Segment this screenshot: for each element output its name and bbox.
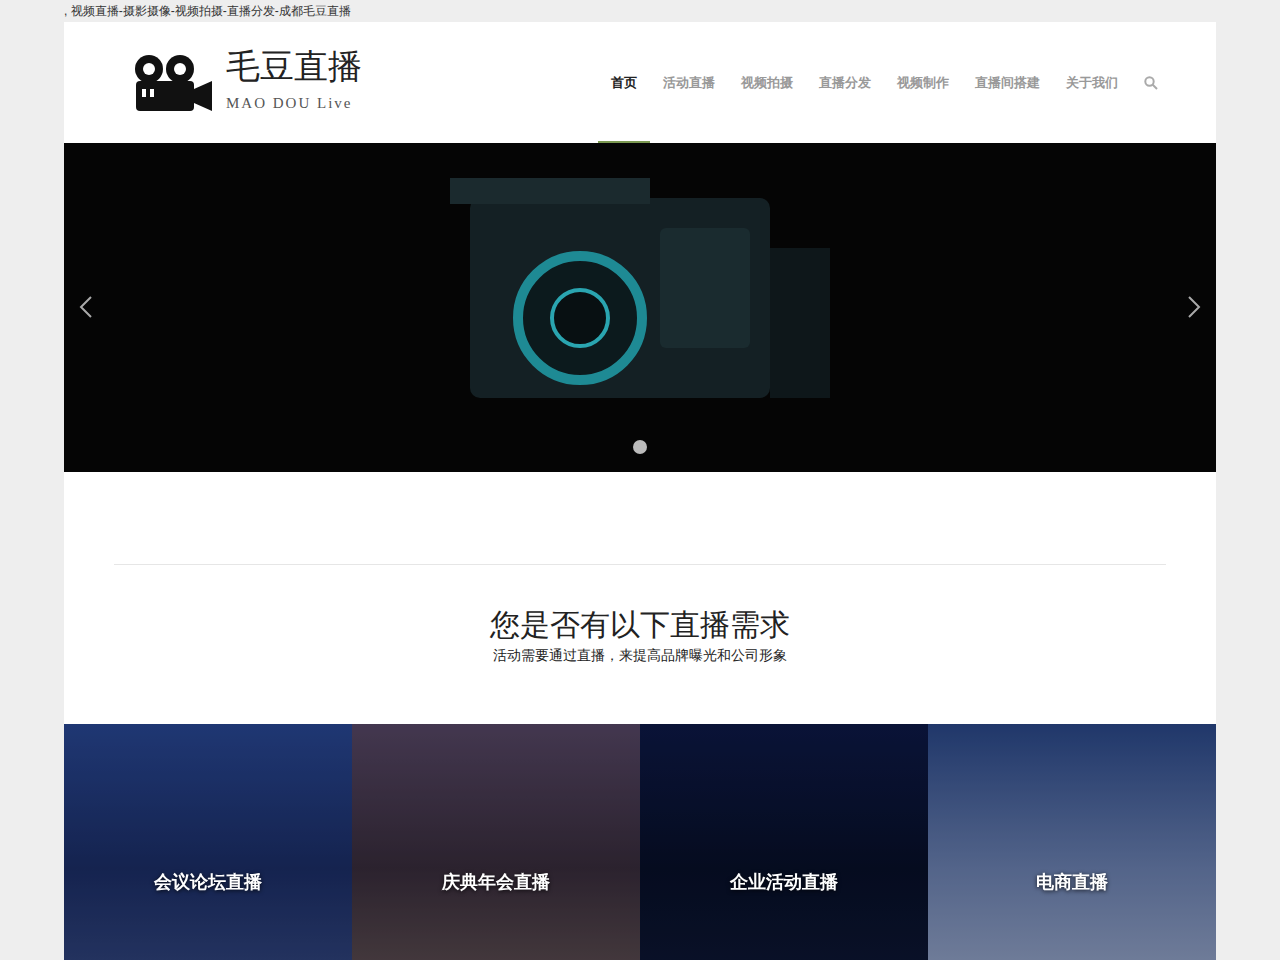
chevron-right-icon — [1187, 295, 1201, 319]
divider — [114, 564, 1166, 565]
slider-dot[interactable] — [633, 440, 647, 454]
nav-label: 视频制作 — [897, 73, 949, 93]
tile-label: 庆典年会直播 — [442, 869, 550, 896]
service-tiles: 会议论坛直播 庆典年会直播 企业活动直播 电商直播 — [64, 724, 1216, 960]
service-tile[interactable]: 庆典年会直播 — [352, 724, 640, 960]
camera-logo-icon — [132, 53, 214, 113]
nav-item[interactable]: 直播分发 — [806, 22, 884, 143]
tile-overlay — [64, 724, 352, 960]
nav-label: 首页 — [611, 73, 637, 93]
nav-label: 关于我们 — [1066, 73, 1118, 93]
logo[interactable]: 毛豆直播 MAO DOU Live — [132, 22, 362, 143]
main-nav: 首页 活动直播 视频拍摄 直播分发 视频制作 直播间搭建 关于我们 — [598, 22, 1164, 143]
service-tile[interactable]: 会议论坛直播 — [64, 724, 352, 960]
nav-item[interactable]: 首页 — [598, 22, 650, 143]
tile-label: 电商直播 — [1036, 869, 1108, 896]
search-icon — [1144, 76, 1158, 90]
nav-item[interactable]: 视频拍摄 — [728, 22, 806, 143]
tile-overlay — [640, 724, 928, 960]
service-tile[interactable]: 电商直播 — [928, 724, 1216, 960]
service-tile[interactable]: 企业活动直播 — [640, 724, 928, 960]
page-title-bar: , 视频直播-摄影摄像-视频拍摄-直播分发-成都毛豆直播 — [0, 0, 1280, 22]
tile-label: 企业活动直播 — [730, 869, 838, 896]
nav-item[interactable]: 视频制作 — [884, 22, 962, 143]
slider-dots — [64, 440, 1216, 454]
nav-label: 直播分发 — [819, 73, 871, 93]
hero-slider — [64, 143, 1216, 472]
logo-tagline: MAO DOU Live — [226, 92, 362, 115]
slider-next-button[interactable] — [1182, 293, 1206, 321]
search-button[interactable] — [1131, 22, 1164, 143]
logo-name: 毛豆直播 — [226, 46, 362, 86]
section-subtitle: 活动需要通过直播，来提高品牌曝光和公司形象 — [488, 645, 792, 666]
camera-photo-icon — [410, 158, 870, 458]
nav-label: 直播间搭建 — [975, 73, 1040, 93]
chevron-left-icon — [79, 295, 93, 319]
nav-item[interactable]: 直播间搭建 — [962, 22, 1053, 143]
needs-section: 您是否有以下直播需求 活动需要通过直播，来提高品牌曝光和公司形象 — [64, 472, 1216, 724]
nav-item[interactable]: 活动直播 — [650, 22, 728, 143]
section-title: 您是否有以下直播需求 — [490, 607, 790, 643]
slider-prev-button[interactable] — [74, 293, 98, 321]
tile-overlay — [928, 724, 1216, 960]
nav-item[interactable]: 关于我们 — [1053, 22, 1131, 143]
slide-image — [64, 143, 1216, 472]
site-header: 毛豆直播 MAO DOU Live 首页 活动直播 视频拍摄 直播分发 视频制作 直播间搭… — [64, 22, 1216, 143]
page-container: 毛豆直播 MAO DOU Live 首页 活动直播 视频拍摄 直播分发 视频制作 直播间搭… — [64, 22, 1216, 960]
tile-label: 会议论坛直播 — [154, 869, 262, 896]
tile-overlay — [352, 724, 640, 960]
nav-label: 活动直播 — [663, 73, 715, 93]
nav-label: 视频拍摄 — [741, 73, 793, 93]
